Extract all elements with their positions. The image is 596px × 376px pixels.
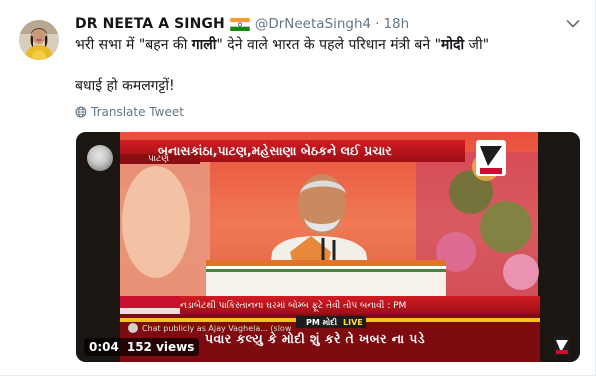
header-separator: ·: [375, 16, 380, 32]
video-caption: પવાર કલ્યુ કે મોદી શું કરે તે ખબર ના પડે: [205, 331, 426, 346]
video-loading-indicator: [87, 145, 113, 171]
tweet-timestamp[interactable]: 18h: [383, 16, 409, 32]
video-view-count: 152 views: [126, 340, 195, 354]
tweet-text-line-2: बधाई हो कमलगट्टों!: [75, 78, 175, 94]
tweet-text-part: भरी सभा में "बहन की: [75, 37, 192, 53]
author-avatar[interactable]: [19, 20, 59, 60]
translate-tweet-label: Translate Tweet: [91, 105, 184, 119]
author-handle[interactable]: @DrNeetaSingh4: [255, 16, 371, 32]
india-flag-icon: [230, 17, 250, 31]
video-headline: બનાસકાંઠા,પાટણ,મહેસાણા બેઠકને લઈ પ્રચાર: [158, 143, 392, 158]
chevron-down-icon[interactable]: [566, 19, 580, 29]
tweet-text-part: " देने वाले भारत के पहले परिधान मंत्री ब…: [216, 37, 442, 53]
author-name[interactable]: DR NEETA A SINGH: [75, 16, 225, 32]
avatar-photo: [19, 20, 59, 60]
tweet-text-bold: मोदी: [441, 37, 465, 53]
video-live-label: LIVE: [343, 318, 363, 327]
tweet-card[interactable]: DR NEETA A SINGH @DrNeetaSingh4 · 18h भर…: [0, 0, 596, 376]
chat-avatar-icon: [128, 323, 138, 333]
video-location: પાટણ: [148, 154, 170, 164]
tweet-text-line-1: भरी सभा में "बहन की गाली" देने वाले भारत…: [75, 35, 489, 54]
tweet-text-part: जी": [464, 37, 490, 53]
video-stats-badge: 0:04 152 views: [84, 338, 200, 356]
video-elapsed-time: 0:04: [89, 340, 119, 354]
video-pm-label: PM મોદી: [306, 318, 338, 327]
globe-icon: [75, 106, 87, 118]
tweet-text-bold: गाली: [191, 37, 217, 53]
tweet-header: DR NEETA A SINGH @DrNeetaSingh4 · 18h: [75, 14, 409, 34]
translate-tweet-link[interactable]: Translate Tweet: [75, 104, 184, 120]
video-ticker: નડાબેટથી પાકિસ્તાનના ઘરમાં બોમ્બ ફૂટે તે…: [180, 301, 407, 311]
